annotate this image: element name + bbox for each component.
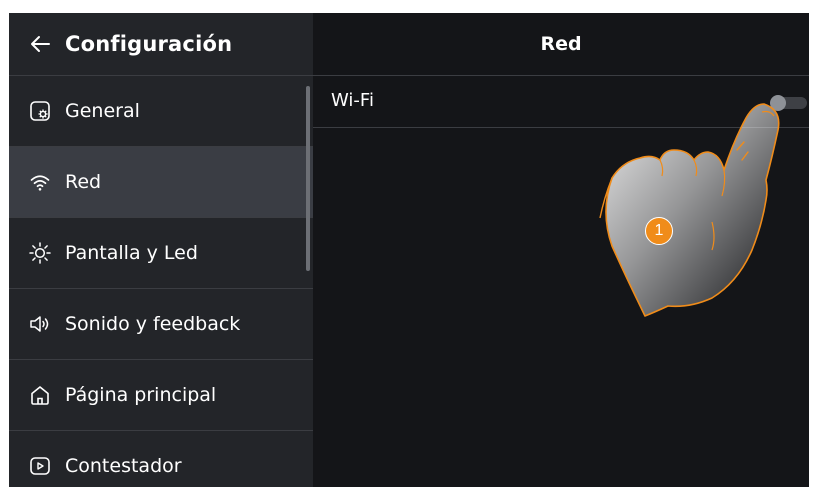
menu-item-contestador[interactable]: Contestador bbox=[9, 430, 313, 487]
menu-item-label: Página principal bbox=[65, 384, 217, 406]
menu-item-pagina-principal[interactable]: Página principal bbox=[9, 359, 313, 430]
settings-menu: General Red Pantalla y Led Sonido y feed… bbox=[9, 75, 313, 487]
menu-item-label: Pantalla y Led bbox=[65, 242, 198, 264]
menu-item-pantalla-y-led[interactable]: Pantalla y Led bbox=[9, 217, 313, 288]
answering-machine-icon bbox=[29, 455, 51, 477]
toggle-knob bbox=[770, 95, 786, 111]
main-panel: Red Wi-Fi bbox=[313, 13, 809, 487]
brightness-icon bbox=[29, 242, 51, 264]
menu-item-label: Contestador bbox=[65, 455, 182, 477]
settings-icon bbox=[29, 100, 51, 122]
wifi-row: Wi-Fi bbox=[313, 76, 809, 128]
page-title: Red bbox=[313, 13, 809, 76]
settings-title: Configuración bbox=[65, 32, 233, 56]
menu-item-label: Sonido y feedback bbox=[65, 313, 241, 335]
wifi-toggle[interactable] bbox=[770, 95, 807, 111]
screen: Configuración General Red Pantalla y Led… bbox=[9, 13, 809, 487]
sidebar: Configuración General Red Pantalla y Led… bbox=[9, 13, 313, 487]
menu-item-sonido-y-feedback[interactable]: Sonido y feedback bbox=[9, 288, 313, 359]
wifi-label: Wi-Fi bbox=[331, 90, 374, 111]
sidebar-scrollbar[interactable] bbox=[306, 86, 310, 271]
menu-item-general[interactable]: General bbox=[9, 75, 313, 146]
step-number-badge: 1 bbox=[645, 217, 673, 245]
back-arrow-icon[interactable] bbox=[29, 33, 51, 55]
home-icon bbox=[29, 384, 51, 406]
menu-item-label: General bbox=[65, 100, 140, 122]
menu-item-label: Red bbox=[65, 171, 102, 193]
speaker-icon bbox=[29, 313, 51, 335]
wifi-icon bbox=[29, 171, 51, 193]
menu-item-red[interactable]: Red bbox=[9, 146, 313, 217]
sidebar-header: Configuración bbox=[9, 13, 313, 75]
